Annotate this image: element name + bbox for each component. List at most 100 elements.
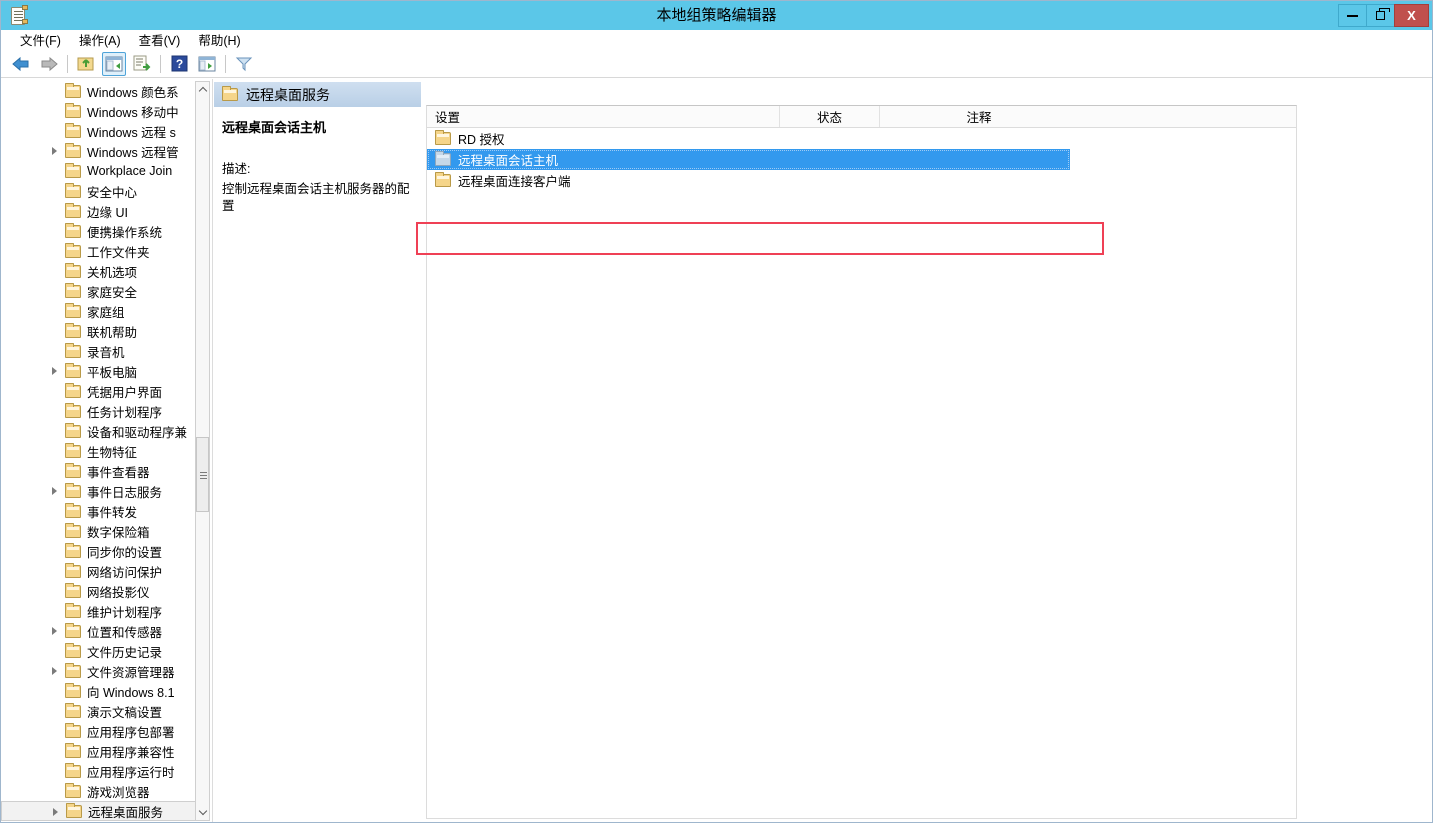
- folder-icon: [65, 642, 81, 658]
- tree-item-label: 应用程序包部署: [87, 725, 175, 740]
- tree-item[interactable]: 同步你的设置: [1, 541, 197, 561]
- tree-item[interactable]: 事件转发: [1, 501, 197, 521]
- tree-item[interactable]: 应用程序兼容性: [1, 741, 197, 761]
- tree-item[interactable]: 工作文件夹: [1, 241, 197, 261]
- folder-icon: [65, 662, 81, 678]
- console-tree[interactable]: Windows 颜色系 Windows 移动中 Windows 远程 s Window…: [1, 81, 197, 822]
- forward-icon[interactable]: [37, 52, 61, 76]
- show-hide-console-tree-icon[interactable]: [102, 51, 126, 76]
- tree-item-label: Windows 远程 s: [87, 125, 176, 140]
- folder-icon: [435, 130, 451, 145]
- tree-item[interactable]: Windows 远程管: [1, 141, 197, 161]
- scroll-thumb[interactable]: [196, 437, 209, 512]
- tree-item[interactable]: 事件日志服务: [1, 481, 197, 501]
- folder-icon: [65, 682, 81, 698]
- tree-item-label: 工作文件夹: [87, 245, 150, 260]
- minimize-button[interactable]: [1338, 4, 1367, 27]
- tree-item[interactable]: 便携操作系统: [1, 221, 197, 241]
- tree-item[interactable]: 录音机: [1, 341, 197, 361]
- toolbar: ?: [1, 50, 1432, 78]
- back-icon[interactable]: [9, 52, 33, 76]
- tree-item[interactable]: 凭据用户界面: [1, 381, 197, 401]
- tree-scrollbar[interactable]: [195, 81, 210, 821]
- tree-item[interactable]: 远程桌面服务: [1, 801, 197, 821]
- tree-item[interactable]: 网络投影仪: [1, 581, 197, 601]
- folder-icon: [66, 802, 82, 818]
- tree-item-label: 事件日志服务: [87, 485, 163, 500]
- maximize-button[interactable]: [1366, 4, 1395, 27]
- folder-icon: [65, 382, 81, 398]
- show-details-pane-icon[interactable]: [195, 52, 219, 76]
- expander-triangle-icon[interactable]: [52, 367, 57, 375]
- tree-item[interactable]: 数字保险箱: [1, 521, 197, 541]
- menu-view[interactable]: 查看(V): [130, 28, 190, 51]
- content-header-title: 远程桌面服务: [246, 86, 330, 103]
- export-list-icon[interactable]: [130, 52, 154, 76]
- listview-row[interactable]: 远程桌面连接客户端: [427, 170, 1296, 191]
- tree-item-label: 事件转发: [87, 505, 138, 520]
- expander-triangle-icon[interactable]: [52, 627, 57, 635]
- tree-item[interactable]: 游戏浏览器: [1, 781, 197, 801]
- column-header-setting[interactable]: 设置: [427, 106, 780, 127]
- up-folder-icon[interactable]: [74, 52, 98, 76]
- tree-item[interactable]: 设备和驱动程序兼: [1, 421, 197, 441]
- tree-item[interactable]: 联机帮助: [1, 321, 197, 341]
- tree-item[interactable]: 文件历史记录: [1, 641, 197, 661]
- tree-item[interactable]: 安全中心: [1, 181, 197, 201]
- tree-item[interactable]: Windows 颜色系: [1, 81, 197, 101]
- tree-item[interactable]: 应用程序运行时: [1, 761, 197, 781]
- expander-triangle-icon[interactable]: [52, 667, 57, 675]
- listview-row[interactable]: 远程桌面会话主机: [427, 149, 1070, 170]
- tree-item[interactable]: 生物特征: [1, 441, 197, 461]
- svg-text:?: ?: [175, 57, 182, 71]
- tree-item[interactable]: 维护计划程序: [1, 601, 197, 621]
- column-header-state[interactable]: 状态: [780, 106, 880, 127]
- tree-item-label: 向 Windows 8.1: [87, 685, 175, 700]
- column-header-comment[interactable]: 注释: [880, 106, 1078, 127]
- listview-row[interactable]: RD 授权: [427, 128, 1296, 149]
- expander-triangle-icon[interactable]: [53, 808, 58, 816]
- tree-item-label: Windows 颜色系: [87, 85, 179, 100]
- tree-item[interactable]: 演示文稿设置: [1, 701, 197, 721]
- tree-item[interactable]: 网络访问保护: [1, 561, 197, 581]
- tree-item[interactable]: 任务计划程序: [1, 401, 197, 421]
- expander-triangle-icon[interactable]: [52, 147, 57, 155]
- tree-item[interactable]: 位置和传感器: [1, 621, 197, 641]
- folder-icon: [65, 622, 81, 638]
- close-button[interactable]: X: [1394, 4, 1429, 27]
- folder-icon: [65, 522, 81, 538]
- tree-item-label: 边缘 UI: [87, 205, 128, 220]
- tree-item[interactable]: 文件资源管理器: [1, 661, 197, 681]
- tree-item-label: 生物特征: [87, 445, 138, 460]
- tree-item[interactable]: 关机选项: [1, 261, 197, 281]
- folder-icon: [65, 402, 81, 418]
- scroll-down-button[interactable]: [196, 805, 209, 820]
- folder-icon: [65, 442, 81, 458]
- tree-item[interactable]: 家庭安全: [1, 281, 197, 301]
- filter-icon[interactable]: [232, 52, 256, 76]
- menu-action[interactable]: 操作(A): [70, 28, 130, 51]
- tree-item[interactable]: 家庭组: [1, 301, 197, 321]
- scroll-up-button[interactable]: [196, 82, 209, 97]
- tree-item[interactable]: Workplace Join: [1, 161, 197, 181]
- menu-file[interactable]: 文件(F): [11, 28, 70, 51]
- tree-item-label: 网络投影仪: [87, 585, 150, 600]
- menu-help[interactable]: 帮助(H): [189, 28, 249, 51]
- tree-item-label: 家庭安全: [87, 285, 138, 300]
- tree-item[interactable]: 应用程序包部署: [1, 721, 197, 741]
- tree-item[interactable]: 边缘 UI: [1, 201, 197, 221]
- tree-item[interactable]: Windows 移动中: [1, 101, 197, 121]
- folder-icon: [65, 302, 81, 318]
- content-pane: 远程桌面服务 远程桌面会话主机 描述: 控制远程桌面会话主机服务器的配置 设置 …: [214, 79, 1432, 822]
- tree-item-label: 事件查看器: [87, 465, 150, 480]
- folder-icon: [65, 462, 81, 478]
- tree-item[interactable]: 向 Windows 8.1: [1, 681, 197, 701]
- folder-icon: [435, 151, 451, 166]
- toolbar-separator-2: [160, 54, 161, 73]
- content-header: 远程桌面服务: [214, 82, 421, 107]
- tree-item[interactable]: 事件查看器: [1, 461, 197, 481]
- tree-item[interactable]: Windows 远程 s: [1, 121, 197, 141]
- expander-triangle-icon[interactable]: [52, 487, 57, 495]
- help-icon[interactable]: ?: [167, 52, 191, 76]
- tree-item[interactable]: 平板电脑: [1, 361, 197, 381]
